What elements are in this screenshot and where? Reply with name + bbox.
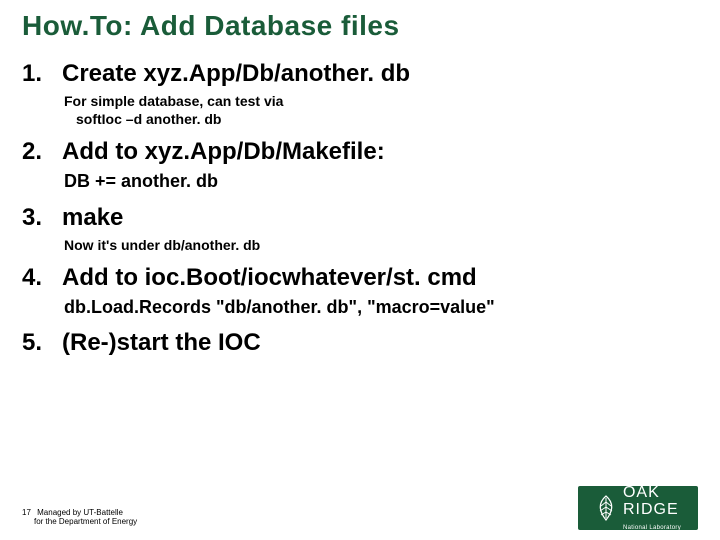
logo-sub: National Laboratory	[623, 525, 681, 531]
step-5: 5. (Re-)start the IOC	[22, 329, 698, 357]
step-number: 2.	[22, 138, 62, 166]
step-1: 1. Create xyz.App/Db/another. db For sim…	[22, 60, 698, 128]
step-number: 5.	[22, 329, 62, 357]
step-3-sub: Now it's under db/another. db	[64, 236, 698, 254]
step-4: 4. Add to ioc.Boot/iocwhatever/st. cmd d…	[22, 264, 698, 319]
step-number: 3.	[22, 204, 62, 232]
leaf-icon	[595, 494, 617, 522]
step-number: 1.	[22, 60, 62, 88]
step-sub-line2: softIoc –d another. db	[76, 110, 698, 128]
step-heading-text: make	[62, 204, 123, 232]
step-1-sub: For simple database, can test via softIo…	[64, 92, 698, 128]
step-heading-text: Create xyz.App/Db/another. db	[62, 60, 410, 88]
footer-line1: Managed by UT-Battelle	[37, 508, 123, 517]
step-sub-line1: DB += another. db	[64, 170, 698, 193]
step-number: 4.	[22, 264, 62, 292]
logo-line2: RIDGE	[623, 501, 679, 518]
step-3-heading: 3. make	[22, 204, 698, 232]
slide-title: How.To: Add Database files	[22, 10, 698, 42]
step-2-sub: DB += another. db	[64, 170, 698, 193]
logo-text: OAK RIDGE National Laboratory	[623, 485, 681, 531]
step-4-sub: db.Load.Records "db/another. db", "macro…	[64, 296, 698, 319]
logo-line1: OAK	[623, 484, 660, 501]
step-heading-text: Add to xyz.App/Db/Makefile:	[62, 138, 385, 166]
footer-line2: for the Department of Energy	[34, 517, 137, 526]
step-3: 3. make Now it's under db/another. db	[22, 204, 698, 254]
step-5-heading: 5. (Re-)start the IOC	[22, 329, 698, 357]
step-sub-line1: For simple database, can test via	[64, 92, 698, 110]
oak-ridge-logo: OAK RIDGE National Laboratory	[578, 486, 698, 530]
step-1-heading: 1. Create xyz.App/Db/another. db	[22, 60, 698, 88]
step-2-heading: 2. Add to xyz.App/Db/Makefile:	[22, 138, 698, 166]
step-sub-line1: Now it's under db/another. db	[64, 236, 698, 254]
step-heading-text: Add to ioc.Boot/iocwhatever/st. cmd	[62, 264, 477, 292]
slide: How.To: Add Database files 1. Create xyz…	[0, 0, 720, 540]
page-number: 17	[22, 508, 31, 517]
step-heading-text: (Re-)start the IOC	[62, 329, 261, 357]
step-sub-line1: db.Load.Records "db/another. db", "macro…	[64, 296, 698, 319]
step-2: 2. Add to xyz.App/Db/Makefile: DB += ano…	[22, 138, 698, 193]
step-4-heading: 4. Add to ioc.Boot/iocwhatever/st. cmd	[22, 264, 698, 292]
footer: 17 Managed by UT-Battelle for the Depart…	[22, 508, 137, 526]
